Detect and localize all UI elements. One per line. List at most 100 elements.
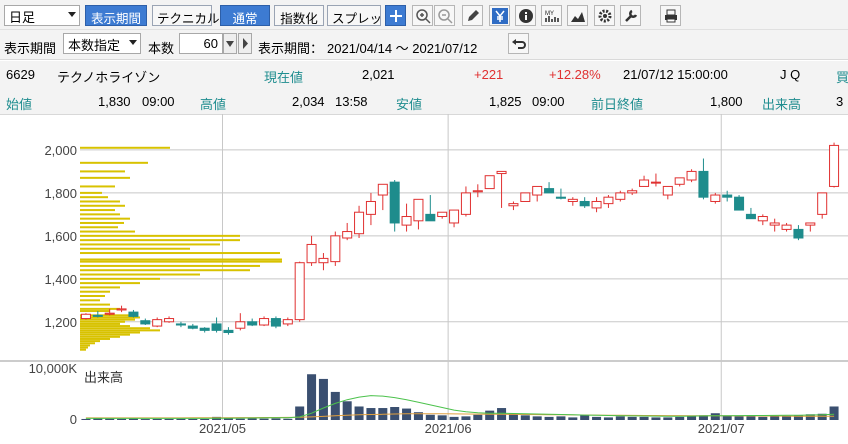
- x-tick-label: 2021/07: [698, 421, 745, 436]
- price-volume-bar: [80, 247, 190, 250]
- candle-body: [116, 308, 127, 311]
- volume-bar: [354, 406, 364, 420]
- candle-body: [449, 209, 460, 224]
- volume-bar: [247, 418, 257, 420]
- spin-down-button[interactable]: [223, 33, 237, 54]
- price-volume-bar: [80, 200, 120, 203]
- price-volume-bar: [80, 299, 100, 302]
- candle-body: [318, 257, 329, 264]
- price-volume-bar: [80, 260, 282, 263]
- volume-bar: [675, 416, 685, 420]
- mountain-chart-icon[interactable]: [567, 5, 588, 26]
- open-label: 始値: [6, 97, 33, 112]
- price-volume-bar: [80, 146, 170, 149]
- change-value: +221: [474, 67, 504, 82]
- candle-body: [175, 323, 186, 326]
- volume-bar: [592, 416, 602, 420]
- volume-bar: [651, 417, 661, 420]
- zoom-in-icon[interactable]: [412, 5, 433, 26]
- index-button[interactable]: 指数化: [274, 5, 324, 26]
- candle-body: [354, 211, 365, 235]
- volume-bar: [639, 416, 649, 420]
- price-volume-bar: [80, 234, 240, 237]
- volume-bar: [461, 416, 471, 420]
- print-icon[interactable]: [660, 5, 681, 26]
- price-volume-bar: [80, 303, 110, 306]
- price-volume-bar: [80, 204, 125, 207]
- gear-icon[interactable]: [594, 5, 615, 26]
- price-value: 2,021: [362, 67, 395, 82]
- change-percent: +12.28%: [549, 67, 601, 82]
- price-volume-bar: [80, 243, 220, 246]
- candle-body: [104, 312, 115, 315]
- display-period-button[interactable]: 表示期間: [85, 5, 147, 26]
- volume-bar: [342, 401, 352, 420]
- volume-bar: [164, 418, 174, 420]
- volume-bar: [235, 418, 245, 420]
- pencil-icon[interactable]: [462, 5, 483, 26]
- my-icon[interactable]: MY: [541, 5, 562, 26]
- volume-bar: [295, 406, 305, 420]
- candle-body: [508, 203, 519, 207]
- candle-body: [80, 313, 91, 320]
- candle-body: [247, 321, 258, 326]
- price-volume-bar: [80, 161, 148, 164]
- yen-icon[interactable]: [489, 5, 510, 26]
- candle-body: [425, 213, 436, 222]
- candle-body: [722, 194, 733, 198]
- zoom-out-icon[interactable]: [434, 5, 455, 26]
- spin-up-button[interactable]: [238, 33, 252, 54]
- high-label: 高値: [200, 97, 227, 112]
- candle-body: [710, 194, 721, 202]
- candle-body: [164, 318, 175, 323]
- volume-bar: [283, 418, 293, 420]
- info-icon[interactable]: [515, 5, 536, 26]
- mode-select-value: 本数指定: [68, 38, 121, 53]
- period-select[interactable]: 日足: [4, 5, 80, 26]
- candle-body: [734, 196, 745, 211]
- quote-datetime: 21/07/12 15:00:00: [623, 67, 728, 82]
- price-volume-bar: [80, 322, 120, 325]
- spread-button[interactable]: スプレッド: [327, 5, 395, 26]
- volume-bar: [627, 416, 637, 420]
- volume-bar: [473, 414, 483, 420]
- candle-body: [377, 183, 388, 196]
- candle-body: [567, 198, 578, 202]
- price-volume-bar: [80, 176, 130, 179]
- wrench-icon[interactable]: [620, 5, 641, 26]
- period-label: 表示期間: [4, 41, 57, 56]
- volume-tick-label: 10,000K: [29, 361, 78, 376]
- candle-body: [472, 190, 483, 193]
- candle-body: [650, 181, 661, 184]
- volume-bar: [532, 416, 542, 420]
- candle-body: [389, 181, 400, 224]
- candle-body: [674, 177, 685, 185]
- candle-body: [615, 192, 626, 200]
- candle-body: [294, 262, 305, 321]
- price-volume-bar: [80, 226, 118, 229]
- mode-select[interactable]: 本数指定: [63, 33, 141, 54]
- plus-icon[interactable]: [385, 5, 406, 26]
- candlestick-chart[interactable]: 1,200 1,400 1,600 1,800 2,000 2021/05 2021/06 2…: [0, 114, 848, 444]
- volume-bar: [746, 416, 756, 420]
- range-value: 2021/04/14 ～ 2021/07/12: [327, 41, 478, 56]
- candle-body: [152, 319, 163, 327]
- volume-bar: [770, 416, 780, 420]
- volume-bar: [734, 416, 744, 420]
- price-volume-bar: [80, 191, 102, 194]
- price-volume-bar: [80, 325, 130, 328]
- price-volume-bar: [80, 209, 115, 212]
- count-input[interactable]: 60: [179, 33, 223, 54]
- price-volume-bar: [80, 346, 88, 349]
- volume-tick-label: 0: [70, 412, 77, 427]
- normal-button[interactable]: 通常: [220, 5, 270, 26]
- undo-icon[interactable]: [508, 33, 529, 54]
- candle-body: [829, 144, 840, 187]
- volume-bar: [710, 413, 720, 420]
- chart-area[interactable]: 1,200 1,400 1,600 1,800 2,000 2021/05 2021/06 2…: [0, 114, 848, 444]
- volume-bar: [437, 415, 447, 420]
- technical-button[interactable]: テクニカル: [152, 5, 220, 26]
- volume-bar: [449, 416, 459, 420]
- price-label: 現在値: [264, 70, 304, 85]
- candle-body: [793, 228, 804, 239]
